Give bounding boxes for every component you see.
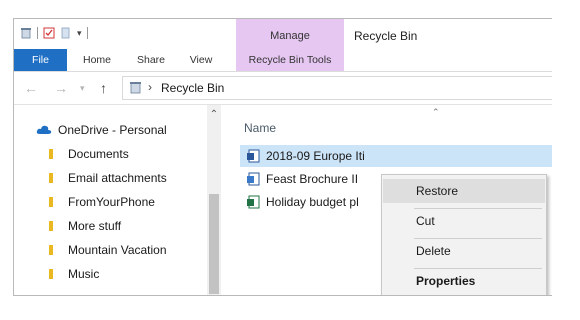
breadcrumb-chevron-icon[interactable]: › [148, 80, 152, 94]
context-menu: Restore Cut Delete Properties [381, 174, 547, 295]
folder-icon [49, 221, 53, 231]
explorer-window: ▾ Manage Recycle Bin File Home Share Vie… [13, 18, 552, 296]
folder-icon [49, 197, 53, 207]
nav-item-label: Music [68, 267, 100, 281]
tab-view[interactable]: View [175, 49, 227, 71]
menu-item-cut[interactable]: Cut [383, 209, 545, 233]
menu-item-label: Restore [416, 184, 459, 198]
nav-item-email-attachments[interactable]: Email attachments [48, 168, 167, 188]
nav-item-mountain-vacation[interactable]: Mountain Vacation [48, 240, 167, 260]
file-name: Feast Brochure II [266, 172, 359, 186]
manage-group-label: Manage [270, 30, 310, 42]
recent-locations-icon[interactable]: ▾ [80, 83, 85, 94]
column-header-name[interactable]: Name [244, 121, 276, 135]
back-arrow-icon[interactable]: ← [24, 80, 38, 96]
excel-spreadsheet-icon [247, 195, 260, 209]
quick-access-toolbar: ▾ [20, 27, 88, 39]
forward-arrow-icon[interactable]: → [54, 80, 68, 96]
folder-icon [49, 149, 53, 159]
qat-separator [37, 27, 38, 39]
qat-separator [86, 27, 88, 39]
menu-item-label: Cut [416, 214, 435, 228]
new-folder-icon[interactable] [60, 27, 72, 39]
tab-recycle-bin-tools[interactable]: Recycle Bin Tools [236, 49, 344, 71]
nav-item-label: Email attachments [68, 171, 167, 185]
navigation-pane: OneDrive - Personal Documents Email atta… [14, 105, 221, 295]
nav-item-more-stuff[interactable]: More stuff [48, 216, 121, 236]
qat-dropdown-icon[interactable]: ▾ [77, 28, 82, 39]
nav-item-label: OneDrive - Personal [58, 123, 167, 137]
title-bar: ▾ Manage Recycle Bin [14, 19, 552, 71]
properties-checkbox-icon[interactable] [43, 27, 55, 39]
nav-item-label: FromYourPhone [68, 195, 155, 209]
recycle-bin-icon[interactable] [20, 27, 32, 39]
cloud-icon [36, 125, 52, 134]
tab-share[interactable]: Share [127, 49, 175, 71]
ribbon-tabs: File Home Share View Recycle Bin Tools [14, 49, 552, 71]
breadcrumb-recycle-bin[interactable]: Recycle Bin [161, 81, 224, 95]
scroll-up-icon[interactable]: ⌃ [207, 109, 221, 120]
file-row-feast-brochure[interactable]: Feast Brochure II [240, 168, 358, 190]
window-title: Recycle Bin [354, 29, 418, 43]
tab-home[interactable]: Home [67, 49, 127, 71]
file-row-europe-itinerary[interactable]: 2018-09 Europe Iti [240, 145, 552, 167]
folder-icon [49, 173, 53, 183]
menu-item-properties[interactable]: Properties [383, 269, 545, 293]
publisher-document-icon [247, 172, 260, 186]
nav-scrollbar-thumb[interactable] [209, 194, 219, 294]
file-row-holiday-budget[interactable]: Holiday budget pl [240, 191, 359, 213]
file-name: 2018-09 Europe Iti [266, 149, 365, 163]
nav-item-label: Documents [68, 147, 129, 161]
nav-item-fromyourphone[interactable]: FromYourPhone [48, 192, 155, 212]
menu-item-label: Properties [416, 274, 476, 288]
menu-item-delete[interactable]: Delete [383, 239, 545, 263]
address-bar[interactable]: › Recycle Bin [122, 76, 552, 100]
nav-item-onedrive[interactable]: OneDrive - Personal [36, 120, 167, 140]
word-document-icon [247, 149, 260, 163]
menu-item-label: Delete [416, 244, 451, 258]
nav-item-label: More stuff [68, 219, 122, 233]
recycle-bin-icon [130, 82, 141, 94]
address-bar-row: ← → ▾ ↑ › Recycle Bin [14, 72, 552, 105]
folder-icon [49, 245, 53, 255]
menu-item-restore[interactable]: Restore [383, 179, 545, 203]
folder-icon [49, 269, 53, 279]
nav-item-label: Mountain Vacation [68, 243, 167, 257]
file-name: Holiday budget pl [266, 195, 359, 209]
sort-ascending-icon: ⌃ [432, 107, 440, 117]
up-arrow-icon[interactable]: ↑ [100, 80, 107, 96]
nav-item-music[interactable]: Music [48, 264, 99, 284]
tab-file[interactable]: File [14, 49, 67, 71]
nav-item-documents[interactable]: Documents [48, 144, 129, 164]
